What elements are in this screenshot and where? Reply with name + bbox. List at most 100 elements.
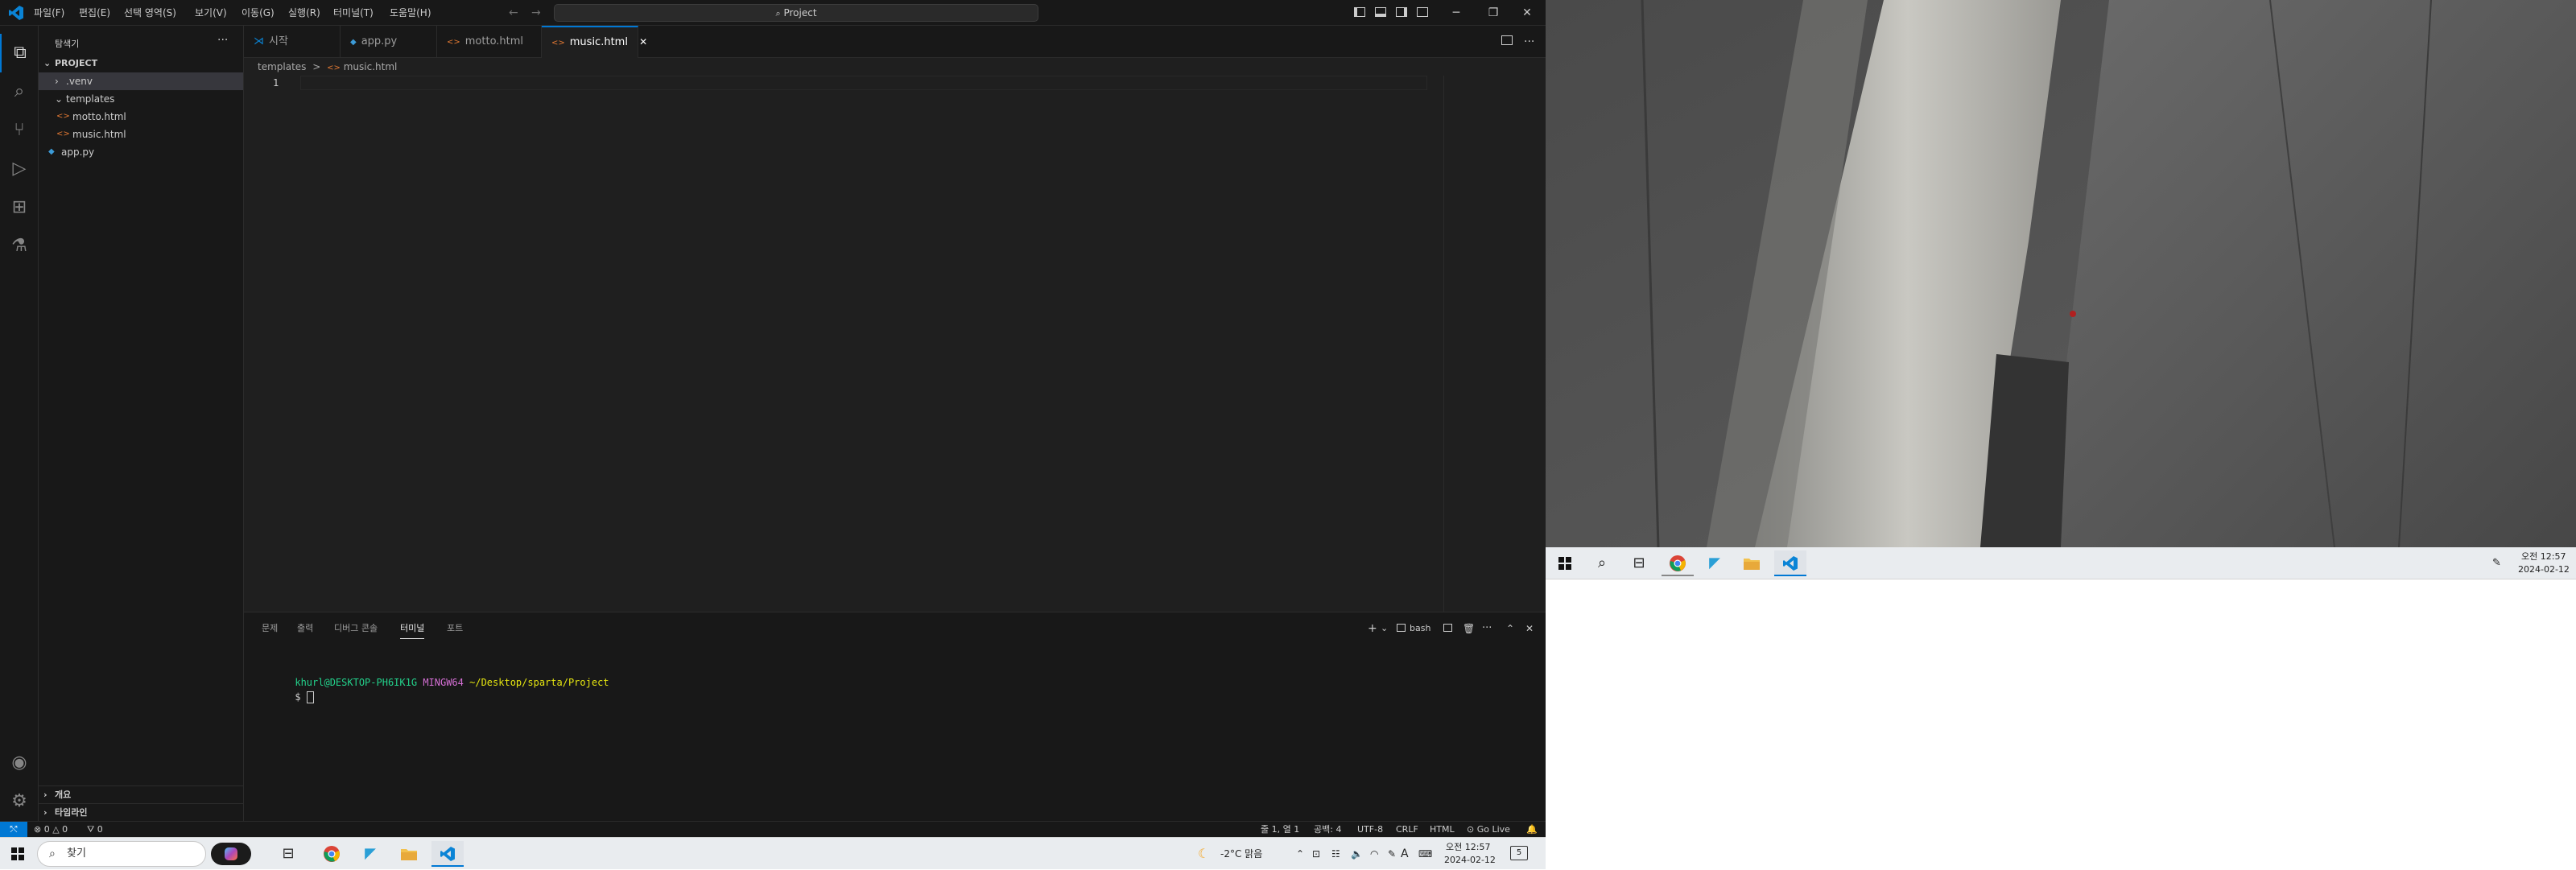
close-panel-icon[interactable]: ✕ xyxy=(1525,619,1534,638)
tree-item-app-py[interactable]: ◆ app.py xyxy=(39,143,243,161)
menu-terminal[interactable]: 터미널(T) xyxy=(333,0,374,26)
remote-indicator[interactable]: ⤲ xyxy=(0,822,27,837)
encoding[interactable]: UTF-8 xyxy=(1357,822,1383,837)
terminal-line-2[interactable]: $ xyxy=(260,680,314,715)
more-actions-icon[interactable]: ··· xyxy=(1524,26,1534,58)
go-live-button[interactable]: ⊙ Go Live xyxy=(1467,822,1510,837)
manage-gear-icon[interactable]: ⚙ xyxy=(0,782,39,821)
wifi-icon[interactable]: ◠ xyxy=(1370,838,1378,870)
explorer-icon[interactable]: ⧉ xyxy=(0,34,39,72)
file-explorer-icon[interactable] xyxy=(393,841,425,867)
app-icon[interactable]: ◤ xyxy=(354,841,386,867)
customize-layout-icon[interactable] xyxy=(1417,7,1428,17)
problems-indicator[interactable]: ⊗ 0 △ 0 xyxy=(34,822,68,837)
tree-item-templates[interactable]: ⌄ templates xyxy=(39,90,243,108)
extensions-icon[interactable]: ⊞ xyxy=(0,188,39,227)
forward-arrow-icon[interactable]: → xyxy=(531,0,541,26)
weather-label[interactable]: -2°C 맑음 xyxy=(1220,838,1262,870)
code-editor[interactable]: 1 xyxy=(244,76,1546,612)
menu-run[interactable]: 실행(R) xyxy=(288,0,320,26)
ports-indicator[interactable]: ⛛ 0 xyxy=(87,822,103,837)
search-view-icon[interactable]: ⌕ xyxy=(0,72,39,111)
taskbar-date[interactable]: 2024-02-12 xyxy=(1444,855,1496,865)
menu-edit[interactable]: 편집(E) xyxy=(79,0,110,26)
menu-file[interactable]: 파일(F) xyxy=(34,0,64,26)
chevron-up-icon[interactable]: ⌃ xyxy=(1296,838,1304,870)
minimize-button[interactable]: ─ xyxy=(1438,0,1475,26)
menu-go[interactable]: 이동(G) xyxy=(242,0,275,26)
windows-start-icon[interactable] xyxy=(2,841,34,867)
outline-section-header[interactable]: › 개요 xyxy=(39,785,243,804)
language-mode[interactable]: HTML xyxy=(1430,822,1455,837)
tab-output[interactable]: 출력 xyxy=(297,619,313,638)
copilot-badge-icon[interactable] xyxy=(211,843,251,865)
pen-icon[interactable]: ✎ xyxy=(1388,838,1396,870)
chrome-icon[interactable] xyxy=(316,841,348,867)
more-actions-icon[interactable]: ··· xyxy=(1482,619,1492,638)
tab-problems[interactable]: 문제 xyxy=(262,619,278,638)
trash-icon[interactable]: 🗑 xyxy=(1463,619,1475,638)
terminal-shell-label[interactable]: bash xyxy=(1410,619,1430,638)
tab-app-py[interactable]: ◆ app.py xyxy=(341,26,437,58)
weather-icon[interactable]: ☾ xyxy=(1198,838,1209,870)
taskbar-time[interactable]: 오전 12:57 xyxy=(1446,840,1490,853)
windows-start-icon[interactable] xyxy=(1549,550,1581,576)
secondary-taskbar-date[interactable]: 2024-02-12 xyxy=(2518,564,2570,575)
restore-button[interactable]: ❐ xyxy=(1475,0,1512,26)
network-icon[interactable]: ☷ xyxy=(1331,838,1340,870)
tree-item-venv[interactable]: › .venv xyxy=(39,72,243,90)
vscode-logo-icon[interactable] xyxy=(8,5,24,21)
file-explorer-icon[interactable] xyxy=(1736,550,1768,576)
search-icon[interactable]: ⌕ xyxy=(1586,550,1618,576)
pen-icon[interactable]: ✎ xyxy=(2492,547,2501,579)
toggle-primary-sidebar-icon[interactable] xyxy=(1354,7,1365,17)
new-terminal-icon[interactable]: + xyxy=(1368,619,1377,638)
task-view-icon[interactable]: ⊟ xyxy=(272,841,304,867)
command-center[interactable]: ⌕ Project xyxy=(554,4,1038,22)
cursor-position[interactable]: 줄 1, 열 1 xyxy=(1261,822,1299,837)
breadcrumb-folder[interactable]: templates xyxy=(258,61,306,72)
tab-debug-console[interactable]: 디버그 콘솔 xyxy=(334,619,378,638)
chrome-icon[interactable] xyxy=(1662,550,1694,576)
split-terminal-icon[interactable] xyxy=(1443,624,1452,632)
tree-item-music-html[interactable]: <> music.html xyxy=(39,126,243,143)
back-arrow-icon[interactable]: ← xyxy=(509,0,518,26)
sidebar-more-icon[interactable]: ··· xyxy=(217,34,228,47)
vscode-taskbar-icon[interactable] xyxy=(1774,550,1806,576)
keyboard-icon[interactable]: ⌨ xyxy=(1418,838,1432,870)
bell-icon[interactable]: 🔔 xyxy=(1526,822,1538,837)
menu-help[interactable]: 도움말(H) xyxy=(390,0,431,26)
vscode-taskbar-icon[interactable] xyxy=(431,841,464,867)
toggle-panel-icon[interactable] xyxy=(1375,7,1386,17)
project-folder-header[interactable]: ⌄ PROJECT xyxy=(39,55,243,72)
account-icon[interactable]: ◉ xyxy=(0,744,39,782)
tab-music-html[interactable]: <> music.html ✕ xyxy=(542,26,647,58)
run-debug-icon[interactable]: ▷ xyxy=(0,150,39,188)
timeline-section-header[interactable]: › 타임라인 xyxy=(39,803,243,822)
tab-terminal[interactable]: 터미널 xyxy=(400,619,425,639)
indentation[interactable]: 공백: 4 xyxy=(1314,822,1341,837)
tab-motto-html[interactable]: <> motto.html xyxy=(437,26,542,58)
notification-icon[interactable]: 5 xyxy=(1510,846,1528,860)
secondary-taskbar-time[interactable]: 오전 12:57 xyxy=(2521,550,2566,563)
app-icon[interactable]: ◤ xyxy=(1699,550,1731,576)
task-view-icon[interactable]: ⊟ xyxy=(1623,550,1655,576)
toggle-secondary-sidebar-icon[interactable] xyxy=(1396,7,1407,17)
tab-welcome[interactable]: ⋊ 시작 xyxy=(244,26,341,58)
ime-mode[interactable]: A xyxy=(1401,838,1409,870)
ime-icon[interactable]: ⊡ xyxy=(1312,838,1320,870)
speaker-icon[interactable]: 🔈 xyxy=(1351,838,1363,870)
breadcrumb-file[interactable]: music.html xyxy=(344,61,398,72)
chevron-down-icon[interactable]: ⌄ xyxy=(1381,619,1388,638)
source-control-icon[interactable]: ⑂ xyxy=(0,111,39,150)
tree-item-motto-html[interactable]: <> motto.html xyxy=(39,108,243,126)
tab-close-icon[interactable]: ✕ xyxy=(639,36,647,47)
split-editor-icon[interactable] xyxy=(1501,35,1513,45)
tab-ports[interactable]: 포트 xyxy=(447,619,463,638)
maximize-panel-icon[interactable]: ⌃ xyxy=(1506,619,1514,638)
line-ending[interactable]: CRLF xyxy=(1396,822,1418,837)
taskbar-search-box[interactable]: ⌕ 찾기 xyxy=(37,841,206,867)
testing-icon[interactable]: ⚗ xyxy=(0,227,39,266)
close-button[interactable]: ✕ xyxy=(1509,0,1546,26)
menu-view[interactable]: 보기(V) xyxy=(195,0,227,26)
